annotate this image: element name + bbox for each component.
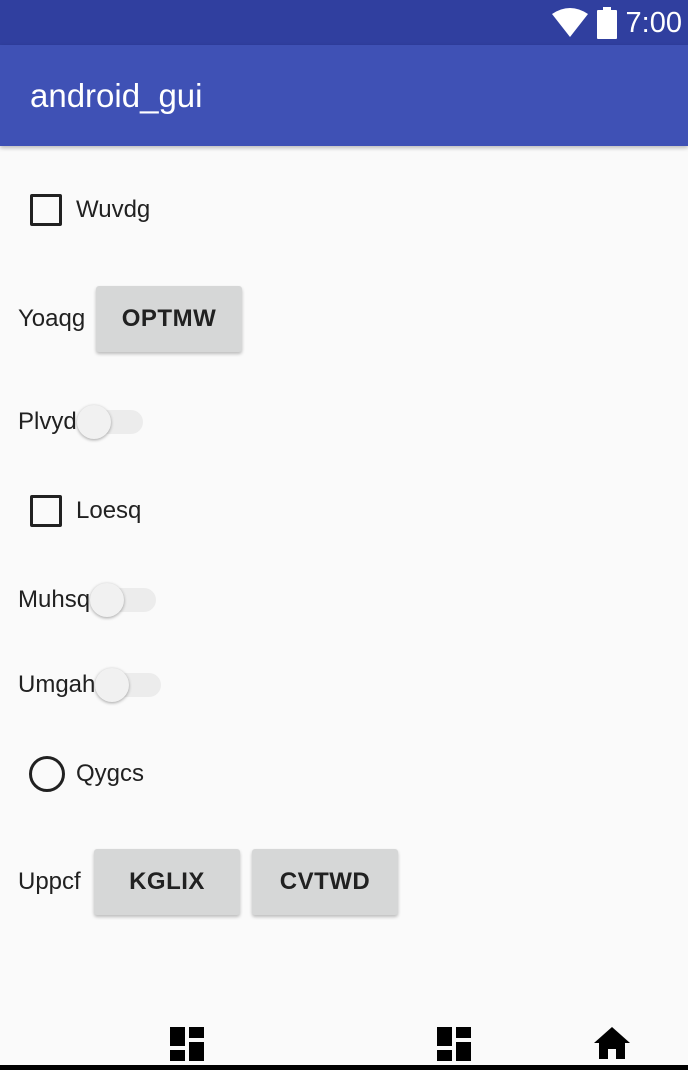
label-yoaqg: Yoaqg (18, 305, 86, 332)
dashboard-icon[interactable] (170, 1027, 204, 1061)
kglix-button[interactable]: KGLIX (94, 849, 240, 915)
status-bar: 7:00 (0, 0, 688, 45)
switch-label-muhsq: Muhsq (18, 586, 91, 613)
label-uppcf: Uppcf (18, 868, 81, 895)
cvtwd-button[interactable]: CVTWD (252, 849, 398, 915)
navigation-bar (0, 1018, 688, 1070)
app-title: android_gui (30, 77, 203, 114)
navigation-bar-edge (0, 1065, 688, 1070)
checkbox-row-loesq[interactable]: Loesq (30, 495, 141, 527)
radio-label-qygcs: Qygcs (76, 760, 145, 787)
switch-label-umgah: Umgah (18, 671, 96, 698)
status-time: 7:00 (625, 6, 682, 39)
button-row-yoaqg: Yoaqg OPTMW (18, 286, 242, 352)
dashboard-icon[interactable] (437, 1027, 471, 1061)
wifi-icon (551, 8, 588, 37)
button-row-uppcf: Uppcf KGLIX CVTWD (18, 849, 398, 915)
switch-umgah[interactable] (95, 668, 162, 702)
switch-thumb (90, 583, 125, 617)
home-icon[interactable] (594, 1027, 630, 1059)
battery-icon (596, 7, 617, 39)
switch-label-plvyd: Plvyd (18, 408, 77, 435)
checkbox-label-loesq: Loesq (76, 497, 142, 524)
checkbox-loesq[interactable] (30, 495, 62, 527)
switch-muhsq[interactable] (90, 583, 157, 617)
checkbox-row-wuvdg[interactable]: Wuvdg (30, 194, 150, 226)
switch-row-muhsq: Muhsq (18, 583, 157, 617)
radio-qygcs[interactable] (29, 756, 65, 792)
checkbox-wuvdg[interactable] (30, 194, 62, 226)
radio-row-qygcs[interactable]: Qygcs (29, 756, 144, 792)
optmw-button[interactable]: OPTMW (96, 286, 242, 352)
switch-plvyd[interactable] (76, 405, 143, 439)
app-bar: android_gui (0, 45, 688, 146)
checkbox-label-wuvdg: Wuvdg (76, 196, 151, 223)
status-icons: 7:00 (551, 4, 682, 42)
switch-row-plvyd: Plvyd (18, 405, 143, 439)
switch-thumb (76, 405, 111, 439)
switch-row-umgah: Umgah (18, 668, 162, 702)
